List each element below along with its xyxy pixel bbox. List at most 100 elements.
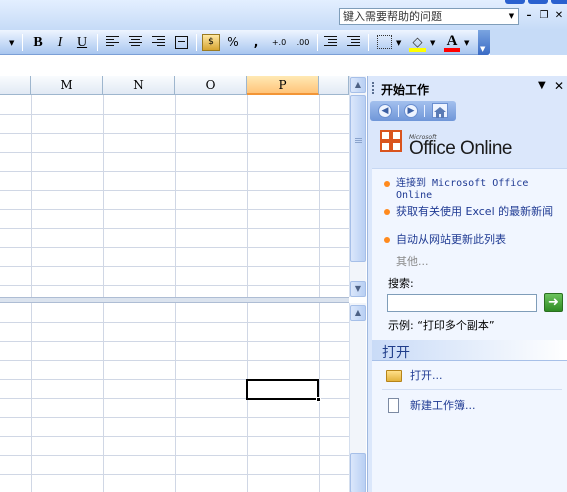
bold-button[interactable]: B xyxy=(29,33,47,52)
scroll-up-icon[interactable]: ▲ xyxy=(350,305,366,321)
column-header-partial[interactable] xyxy=(0,76,31,95)
grid-row-line xyxy=(0,114,349,115)
font-size-dropdown-icon[interactable]: ▼ xyxy=(9,39,14,47)
scroll-down-icon[interactable]: ▼ xyxy=(350,281,366,297)
grid-row-line xyxy=(0,474,349,475)
decrease-indent-icon[interactable] xyxy=(324,36,337,48)
font-color-swatch xyxy=(444,48,460,52)
divider xyxy=(382,389,562,390)
bullet-icon xyxy=(384,209,390,215)
scrollbar-thumb[interactable] xyxy=(350,95,366,262)
vertical-scrollbar-top[interactable]: ▲ ▼ xyxy=(349,76,366,297)
grid-row-line xyxy=(0,152,349,153)
column-header-row: M N O P xyxy=(0,76,349,95)
align-right-icon[interactable] xyxy=(152,36,165,48)
grid-row-line xyxy=(0,436,349,437)
nav-separator xyxy=(398,105,399,117)
folder-icon xyxy=(386,370,402,382)
link-connect-office-online[interactable]: 连接到 Microsoft Office Online xyxy=(396,178,566,202)
column-header-o[interactable]: O xyxy=(175,76,247,95)
toolbar-options-button[interactable]: ▼ xyxy=(478,30,490,55)
grid-row-line xyxy=(0,228,349,229)
chevron-down-icon: ▼ xyxy=(480,45,486,53)
font-color-dropdown-icon[interactable]: ▼ xyxy=(464,39,469,47)
align-center-icon[interactable] xyxy=(129,36,142,48)
go-arrow-icon[interactable]: ➜ xyxy=(544,293,563,312)
toolbar-separator xyxy=(317,34,318,51)
menu-bar: 键入需要帮助的问题 ▼ – ❐ ✕ xyxy=(0,0,567,30)
window-split-bar[interactable] xyxy=(0,297,349,303)
vertical-scrollbar-bottom[interactable]: ▲ xyxy=(349,303,366,492)
grid-row-line xyxy=(0,190,349,191)
comma-style-button[interactable]: , xyxy=(247,33,265,52)
search-example: 示例: “打印多个副本” xyxy=(388,319,495,332)
toolbar-separator xyxy=(196,34,197,51)
title-button-max[interactable] xyxy=(528,0,548,4)
link-excel-news[interactable]: 获取有关使用 Excel 的最新新闻 xyxy=(396,206,566,218)
pane-grip-handle[interactable] xyxy=(372,82,374,94)
task-pane-nav: ◀ ▶ xyxy=(370,101,456,121)
grid-row-line xyxy=(0,247,349,248)
title-button-min[interactable] xyxy=(505,0,525,4)
link-more[interactable]: 其他... xyxy=(396,253,429,269)
toolbar-background xyxy=(490,30,567,55)
grid-row-line xyxy=(0,360,349,361)
logo-text: Office Online xyxy=(409,138,512,159)
merge-center-icon[interactable] xyxy=(175,36,188,49)
fill-color-dropdown-icon[interactable]: ▼ xyxy=(430,39,435,47)
back-icon[interactable]: ◀ xyxy=(378,104,392,118)
open-section: 打开... 新建工作簿... xyxy=(372,361,567,492)
grid-row-line xyxy=(0,417,349,418)
forward-icon[interactable]: ▶ xyxy=(404,104,418,118)
toolbar-separator xyxy=(97,34,98,51)
open-section-title: 打开 xyxy=(382,345,410,361)
close-icon[interactable]: ✕ xyxy=(554,79,564,93)
open-section-header: 打开 xyxy=(372,340,567,361)
task-pane: 开始工作 ▼ ✕ ◀ ▶ Microsoft Office Online 连接到… xyxy=(367,76,567,492)
fill-handle[interactable] xyxy=(316,397,321,402)
grid-row-line xyxy=(0,266,349,267)
borders-icon[interactable] xyxy=(377,35,392,49)
help-search-dropdown-icon[interactable]: ▼ xyxy=(505,9,518,24)
italic-button[interactable]: I xyxy=(52,33,68,52)
title-button-close[interactable] xyxy=(551,0,567,4)
grid-row-line xyxy=(0,341,349,342)
borders-dropdown-icon[interactable]: ▼ xyxy=(396,39,401,47)
scrollbar-thumb[interactable] xyxy=(350,453,366,492)
office-online-logo: Microsoft Office Online xyxy=(376,124,562,166)
grid-row-line xyxy=(0,209,349,210)
scroll-up-icon[interactable]: ▲ xyxy=(350,77,366,93)
open-file-label[interactable]: 打开... xyxy=(410,367,443,385)
office-logo-icon xyxy=(380,130,404,156)
align-left-icon[interactable] xyxy=(106,36,119,48)
workbook-close-icon[interactable]: ✕ xyxy=(552,9,566,23)
currency-icon[interactable]: $ xyxy=(202,34,220,51)
worksheet-grid[interactable]: M N O P xyxy=(0,76,349,492)
increase-indent-icon[interactable] xyxy=(347,36,360,48)
column-header-m[interactable]: M xyxy=(31,76,103,95)
decrease-decimal-button[interactable]: .00 xyxy=(292,33,314,52)
column-header-p[interactable]: P xyxy=(247,76,319,95)
grid-row-line xyxy=(0,171,349,172)
active-cell[interactable] xyxy=(246,379,319,400)
task-pane-header: 开始工作 ▼ ✕ xyxy=(368,76,567,100)
link-auto-update[interactable]: 自动从网站更新此列表 xyxy=(396,234,566,246)
workbook-minimize-icon[interactable]: – xyxy=(522,9,536,23)
grid-row-line xyxy=(0,455,349,456)
help-search-input[interactable]: 键入需要帮助的问题 xyxy=(339,8,519,25)
increase-decimal-button[interactable]: +.0 xyxy=(268,33,290,52)
fill-color-swatch xyxy=(409,48,426,52)
column-header-partial[interactable] xyxy=(319,76,349,95)
chevron-down-icon[interactable]: ▼ xyxy=(538,80,546,91)
bullet-icon xyxy=(384,237,390,243)
underline-button[interactable]: U xyxy=(74,33,90,52)
grid-row-line xyxy=(0,285,349,286)
new-workbook-label[interactable]: 新建工作簿... xyxy=(410,397,476,415)
excel-window: 键入需要帮助的问题 ▼ – ❐ ✕ ▼ B I U $ % , +.0 .00 … xyxy=(0,0,567,492)
search-input[interactable] xyxy=(387,294,537,312)
workbook-restore-icon[interactable]: ❐ xyxy=(537,9,551,23)
home-icon[interactable] xyxy=(432,103,448,118)
percent-style-button[interactable]: % xyxy=(224,33,242,52)
column-header-n[interactable]: N xyxy=(103,76,175,95)
toolbar-separator xyxy=(22,34,23,51)
